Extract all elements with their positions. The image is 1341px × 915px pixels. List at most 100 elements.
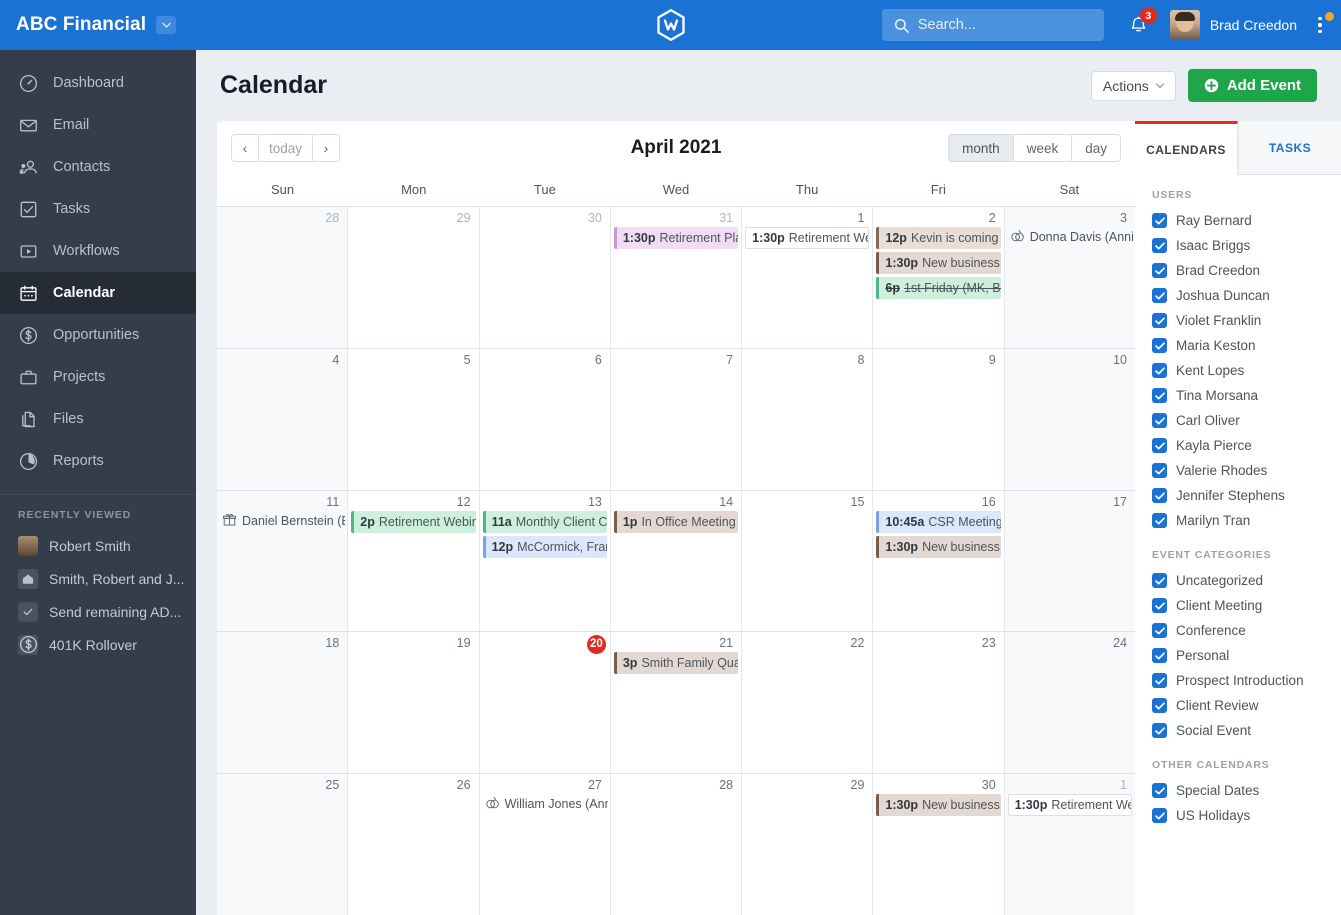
filter-row[interactable]: Uncategorized	[1152, 568, 1341, 593]
calendar-event[interactable]: 1p In Office Meeting (	[613, 510, 739, 533]
calendar-allday-event[interactable]: Daniel Bernstein (Bir	[219, 511, 345, 531]
calendar-event[interactable]: 1:30pNew business p	[876, 535, 1001, 558]
tab-tasks[interactable]: TASKS	[1238, 121, 1341, 175]
filter-row[interactable]: Client Review	[1152, 693, 1341, 718]
calendar-day-cell[interactable]: 28	[611, 774, 743, 915]
filter-row[interactable]: Joshua Duncan	[1152, 283, 1341, 308]
checkbox-checked-icon[interactable]	[1152, 673, 1167, 688]
calendar-day-cell[interactable]: 25	[217, 774, 349, 915]
sidebar-item-contacts[interactable]: Contacts	[0, 146, 196, 188]
calendar-day-cell[interactable]: 23	[873, 632, 1005, 774]
brand-area[interactable]: ABC Financial	[0, 14, 196, 36]
view-button-day[interactable]: day	[1071, 134, 1121, 162]
calendar-day-cell[interactable]: 7	[611, 348, 743, 490]
calendar-day-cell[interactable]: 14 1p In Office Meeting (	[611, 490, 743, 632]
calendar-day-cell[interactable]: 13 11a Monthly Client Ch 12p McCormick, Fran	[480, 490, 611, 632]
checkbox-checked-icon[interactable]	[1152, 648, 1167, 663]
filter-row[interactable]: Kayla Pierce	[1152, 433, 1341, 458]
next-month-button[interactable]: ›	[312, 134, 341, 162]
calendar-day-cell[interactable]: 2 12pKevin is coming b 1:30pNew business p…	[873, 207, 1005, 348]
calendar-event[interactable]: 1:30pRetirement Web	[745, 227, 870, 249]
checkbox-checked-icon[interactable]	[1152, 213, 1167, 228]
recently-viewed-item[interactable]: 401K Rollover	[0, 628, 196, 661]
calendar-event[interactable]: 12p McCormick, Fran	[482, 535, 607, 558]
checkbox-checked-icon[interactable]	[1152, 438, 1167, 453]
filter-row[interactable]: US Holidays	[1152, 803, 1341, 828]
filter-row[interactable]: Valerie Rhodes	[1152, 458, 1341, 483]
checkbox-checked-icon[interactable]	[1152, 338, 1167, 353]
today-button[interactable]: today	[258, 134, 314, 162]
filter-row[interactable]: Prospect Introduction	[1152, 668, 1341, 693]
view-button-week[interactable]: week	[1012, 134, 1073, 162]
checkbox-checked-icon[interactable]	[1152, 288, 1167, 303]
calendar-event[interactable]: 3p Smith Family Quar	[613, 652, 739, 675]
sidebar-item-projects[interactable]: Projects	[0, 356, 196, 398]
notifications-button[interactable]: 3	[1128, 7, 1157, 38]
filter-row[interactable]: Special Dates	[1152, 778, 1341, 803]
checkbox-checked-icon[interactable]	[1152, 623, 1167, 638]
calendar-event[interactable]: 12p Kevin is coming b	[876, 227, 1001, 249]
checkbox-checked-icon[interactable]	[1152, 488, 1167, 503]
calendar-event[interactable]: 6p 1st Friday (MK, BC)	[876, 277, 1001, 299]
filter-row[interactable]: Kent Lopes	[1152, 358, 1341, 383]
calendar-day-cell[interactable]: 27 William Jones (Anni	[480, 774, 611, 915]
checkbox-checked-icon[interactable]	[1152, 238, 1167, 253]
calendar-day-cell[interactable]: 17	[1004, 490, 1135, 632]
more-options-button[interactable]	[1311, 12, 1334, 38]
calendar-day-cell[interactable]: 10	[1004, 348, 1135, 490]
calendar-day-cell[interactable]: 12 2p Retirement Webina	[348, 490, 480, 632]
checkbox-checked-icon[interactable]	[1152, 698, 1167, 713]
calendar-day-cell[interactable]: 19	[348, 632, 480, 774]
calendar-event[interactable]: 10:45aCSR Meeting S	[876, 510, 1001, 533]
sidebar-item-calendar[interactable]: Calendar	[0, 272, 196, 314]
calendar-day-cell[interactable]: 11:30pRetirement Web	[1004, 774, 1135, 915]
calendar-day-cell[interactable]: 301:30pNew business p	[873, 774, 1005, 915]
checkbox-checked-icon[interactable]	[1152, 413, 1167, 428]
calendar-day-cell[interactable]: 5	[348, 348, 480, 490]
checkbox-checked-icon[interactable]	[1152, 723, 1167, 738]
calendar-day-cell[interactable]: 11 Daniel Bernstein (Bir	[217, 490, 349, 632]
filter-row[interactable]: Carl Oliver	[1152, 408, 1341, 433]
calendar-day-cell[interactable]: 30	[480, 207, 611, 348]
checkbox-checked-icon[interactable]	[1152, 783, 1167, 798]
checkbox-checked-icon[interactable]	[1152, 463, 1167, 478]
checkbox-checked-icon[interactable]	[1152, 573, 1167, 588]
sidebar-item-reports[interactable]: Reports	[0, 440, 196, 482]
checkbox-checked-icon[interactable]	[1152, 363, 1167, 378]
calendar-event[interactable]: 11a Monthly Client Ch	[482, 510, 607, 533]
chevron-down-icon[interactable]	[156, 16, 177, 34]
calendar-allday-event[interactable]: William Jones (Anni	[482, 794, 608, 814]
filter-row[interactable]: Personal	[1152, 643, 1341, 668]
filter-row[interactable]: Maria Keston	[1152, 333, 1341, 358]
filter-row[interactable]: Isaac Briggs	[1152, 233, 1341, 258]
tab-calendars[interactable]: CALENDARS	[1135, 121, 1238, 175]
filter-row[interactable]: Ray Bernard	[1152, 208, 1341, 233]
calendar-event[interactable]: 2p Retirement Webina	[351, 510, 476, 533]
sidebar-item-tasks[interactable]: Tasks	[0, 188, 196, 230]
sidebar-item-workflows[interactable]: Workflows	[0, 230, 196, 272]
filter-row[interactable]: Conference	[1152, 618, 1341, 643]
filter-row[interactable]: Jennifer Stephens	[1152, 483, 1341, 508]
sidebar-item-opportunities[interactable]: Opportunities	[0, 314, 196, 356]
calendar-day-cell[interactable]: 28	[217, 207, 349, 348]
calendar-event[interactable]: 1:30pNew business p	[876, 794, 1001, 817]
calendar-day-cell[interactable]: 18	[217, 632, 349, 774]
prev-month-button[interactable]: ‹	[231, 134, 259, 162]
calendar-day-cell[interactable]: 1610:45aCSR Meeting S1:30pNew business p	[873, 490, 1005, 632]
checkbox-checked-icon[interactable]	[1152, 598, 1167, 613]
user-menu[interactable]: Brad Creedon	[1169, 10, 1297, 40]
calendar-day-cell[interactable]: 15	[742, 490, 874, 632]
calendar-allday-event[interactable]: Donna Davis (Annive	[1007, 227, 1133, 247]
actions-button[interactable]: Actions	[1090, 70, 1176, 101]
recently-viewed-item[interactable]: Smith, Robert and J...	[0, 562, 196, 595]
sidebar-item-dashboard[interactable]: Dashboard	[0, 62, 196, 104]
filter-row[interactable]: Violet Franklin	[1152, 308, 1341, 333]
calendar-day-cell[interactable]: 11:30pRetirement Web	[742, 207, 874, 348]
checkbox-checked-icon[interactable]	[1152, 513, 1167, 528]
filter-row[interactable]: Marilyn Tran	[1152, 508, 1341, 533]
add-event-button[interactable]: Add Event	[1187, 69, 1317, 102]
filter-row[interactable]: Tina Morsana	[1152, 383, 1341, 408]
search-input[interactable]: Search...	[881, 9, 1104, 41]
calendar-day-cell[interactable]: 26	[348, 774, 480, 915]
calendar-day-cell[interactable]: 3 Donna Davis (Annive	[1004, 207, 1135, 348]
